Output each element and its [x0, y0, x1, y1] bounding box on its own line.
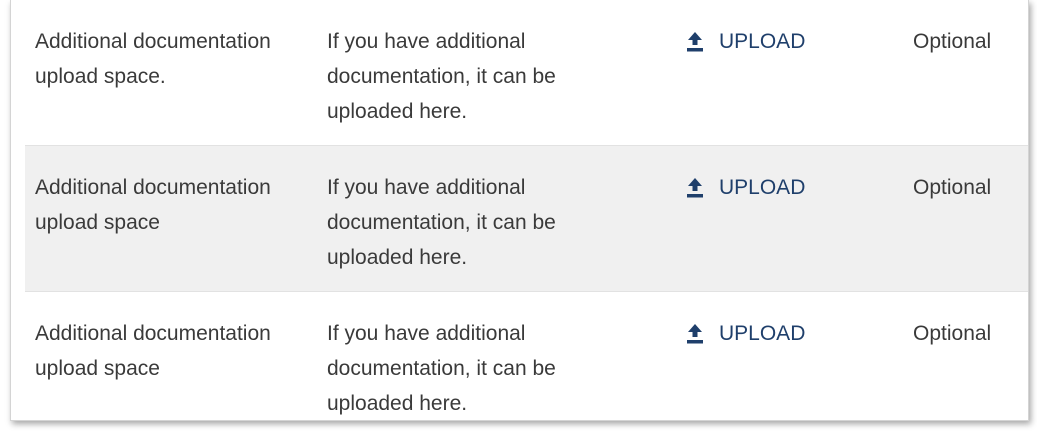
- document-name: Additional documentation upload space: [35, 322, 271, 380]
- document-description: If you have additional documentation, it…: [327, 176, 556, 269]
- requirement-status: Optional: [913, 30, 992, 53]
- upload-label: UPLOAD: [719, 322, 806, 345]
- document-table-panel: Additional documentation upload space. I…: [10, 0, 1029, 421]
- requirement-status: Optional: [913, 322, 992, 345]
- upload-button[interactable]: UPLOAD: [685, 170, 805, 205]
- document-upload-table: Additional documentation upload space. I…: [25, 0, 1028, 420]
- table-row: Additional documentation upload space If…: [25, 292, 1028, 420]
- requirement-status: Optional: [913, 176, 992, 199]
- upload-button[interactable]: UPLOAD: [685, 316, 805, 351]
- table-row: Additional documentation upload space If…: [25, 146, 1028, 292]
- document-description: If you have additional documentation, it…: [327, 30, 556, 123]
- table-row: Additional documentation upload space. I…: [25, 0, 1028, 146]
- upload-icon: [687, 323, 703, 343]
- upload-icon: [687, 31, 703, 51]
- upload-button[interactable]: UPLOAD: [685, 24, 805, 59]
- upload-icon: [687, 177, 703, 197]
- upload-label: UPLOAD: [719, 30, 806, 53]
- document-name: Additional documentation upload space: [35, 176, 271, 234]
- upload-label: UPLOAD: [719, 176, 806, 199]
- document-name: Additional documentation upload space.: [35, 30, 271, 88]
- document-description: If you have additional documentation, it…: [327, 322, 556, 415]
